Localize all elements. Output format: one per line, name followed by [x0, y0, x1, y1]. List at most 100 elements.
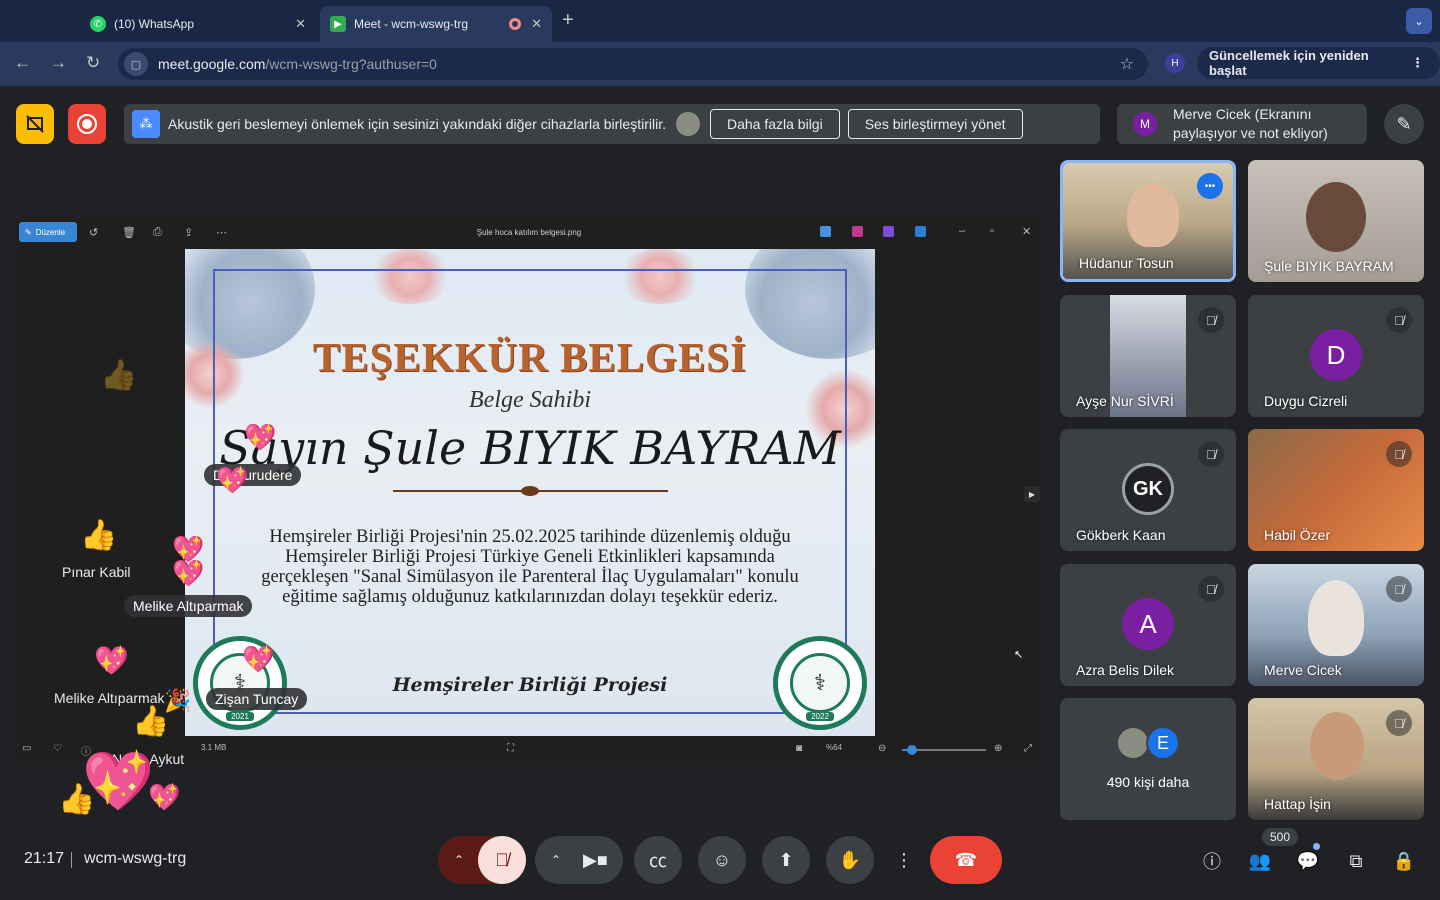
zoom-slider-knob[interactable]: [907, 745, 918, 755]
forward-arrow-icon[interactable]: →: [50, 53, 67, 73]
tab-meet[interactable]: ▶ Meet - wcm-wswg-trg ✕: [320, 6, 552, 42]
presenter-indicator[interactable]: M Merve Cicek (Ekranını paylaşıyor ve no…: [1117, 104, 1367, 144]
close-tab-icon[interactable]: ✕: [295, 16, 306, 32]
chevron-up-icon[interactable]: ⌃: [551, 853, 561, 867]
participant-tile[interactable]: A 🎙̸ Azra Belis Dilek: [1060, 564, 1236, 686]
meet-icon: ▶: [330, 16, 346, 32]
seal-right: ⚕ 2022: [773, 636, 867, 730]
close-icon[interactable]: ✕: [1022, 225, 1031, 238]
participant-name: Hüdanur Tosun: [1079, 255, 1174, 271]
emoji-reactions-button[interactable]: ☺: [698, 836, 746, 884]
mic-off-icon: 🎙̸: [1198, 576, 1224, 602]
chevron-up-icon[interactable]: ⌃: [454, 853, 464, 867]
activities-icon[interactable]: ⧉: [1341, 846, 1371, 876]
chat-icon[interactable]: 💬: [1293, 846, 1323, 876]
thumbs-up-reaction-icon: 👍: [80, 519, 118, 552]
fullscreen-icon[interactable]: ⤢: [1024, 743, 1032, 754]
host-controls-lock-icon[interactable]: 🔒: [1389, 846, 1419, 876]
caduceus-icon: ⚕: [790, 653, 850, 713]
captions-button[interactable]: ㏄: [634, 836, 682, 884]
seal-year: 2022: [806, 712, 834, 721]
screenshot-icon[interactable]: ◙: [796, 743, 802, 754]
avatar: GK: [1122, 463, 1174, 515]
meeting-clock: 21:17: [24, 850, 65, 867]
seal-year: 2021: [226, 712, 254, 721]
zoom-in-icon[interactable]: ⊕: [994, 743, 1002, 754]
participant-face: [1306, 182, 1366, 252]
certificate-subtitle: Belge Sahibi: [469, 387, 591, 413]
site-info-icon[interactable]: ▢: [124, 52, 148, 76]
avatar: [1116, 726, 1150, 760]
participant-tile[interactable]: ••• Hüdanur Tosun: [1060, 160, 1236, 282]
app-icon[interactable]: [883, 226, 894, 237]
participant-name: Habil Özer: [1264, 527, 1331, 543]
more-info-button[interactable]: Daha fazla bilgi: [709, 109, 840, 139]
avatar: D: [1310, 329, 1362, 381]
manage-audio-merge-button[interactable]: Ses birleştirmeyi yönet: [847, 109, 1023, 139]
zoom-level[interactable]: %64: [826, 743, 842, 752]
participant-tile[interactable]: 🎙̸ Ayşe Nur SİVRİ: [1060, 295, 1236, 417]
participant-name-chip: Melike Altıparmak: [124, 595, 253, 617]
next-image-icon[interactable]: ▶: [1024, 486, 1040, 502]
presenter-avatar: M: [1133, 112, 1157, 136]
fit-icon[interactable]: ⛶: [507, 743, 514, 754]
minimize-icon[interactable]: –: [959, 225, 965, 237]
restore-icon[interactable]: ▫: [990, 225, 994, 237]
app-icon[interactable]: [852, 226, 863, 237]
more-participants-tile[interactable]: E 490 kişi daha: [1060, 698, 1236, 820]
reload-icon[interactable]: ↻: [86, 53, 100, 73]
audio-merge-notice: ⁂ Akustik geri beslemeyi önlemek için se…: [124, 104, 1100, 144]
mic-off-icon: 🎙̸: [1386, 441, 1412, 467]
close-tab-icon[interactable]: ✕: [531, 16, 542, 32]
leave-call-button[interactable]: ☎: [930, 836, 1002, 884]
thumbs-up-reaction-icon: 👍: [132, 705, 170, 738]
tab-search-chevron-icon[interactable]: ⌄: [1406, 8, 1432, 34]
back-arrow-icon[interactable]: ←: [14, 53, 31, 73]
present-icon: ⬆: [778, 849, 794, 870]
app-icon[interactable]: [820, 226, 831, 237]
tab-whatsapp[interactable]: ✆ (10) WhatsApp ✕: [80, 6, 316, 42]
certificate-title: TEŞEKKÜR BELGESİ: [312, 334, 748, 380]
video-camera-icon[interactable]: ▶■: [583, 850, 608, 871]
present-screen-button[interactable]: ⬆: [762, 836, 810, 884]
participant-tile[interactable]: 🎙̸ Merve Cicek: [1248, 564, 1424, 686]
profile-avatar[interactable]: H: [1165, 53, 1185, 73]
stop-presenting-button[interactable]: [16, 104, 54, 144]
new-tab-icon[interactable]: +: [562, 9, 574, 32]
filmstrip-icon[interactable]: ▭: [22, 743, 31, 754]
participant-tile[interactable]: 🎙̸ Habil Özer: [1248, 429, 1424, 551]
mic-off-icon: 🎙̸: [1386, 710, 1412, 736]
zoom-out-icon[interactable]: ⊖: [878, 743, 886, 754]
favorite-heart-icon[interactable]: ♡: [53, 743, 62, 754]
update-label: Güncellemek için yeniden başlat: [1209, 48, 1369, 78]
people-icon[interactable]: 👥: [1245, 846, 1275, 876]
meeting-info-icon[interactable]: ⓘ: [1197, 846, 1227, 876]
annotate-pencil-icon[interactable]: ✎: [1384, 104, 1424, 144]
participant-name: Şule BIYIK BAYRAM: [1264, 258, 1394, 274]
participant-name: Azra Belis Dilek: [1076, 662, 1175, 678]
meeting-code[interactable]: wcm-wswg-trg: [84, 850, 186, 868]
avatar: [675, 112, 700, 136]
participant-tile[interactable]: GK 🎙̸ Gökberk Kaan: [1060, 429, 1236, 551]
camera-control: ⌃ ▶■: [535, 836, 623, 884]
mic-off-icon[interactable]: 🎙̸: [478, 836, 526, 884]
bookmark-star-icon[interactable]: ☆: [1120, 54, 1134, 74]
address-bar[interactable]: ▢ meet.google.com/wcm-wswg-trg?authuser=…: [118, 48, 1148, 80]
recording-button[interactable]: [68, 104, 106, 144]
tab-label: (10) WhatsApp: [114, 17, 195, 31]
mic-off-icon: 🎙̸: [1386, 576, 1412, 602]
more-options-button[interactable]: ⋮: [890, 836, 918, 884]
cloud-icon[interactable]: [915, 226, 926, 237]
reaction-sender-name: Pınar Kabil: [62, 564, 131, 580]
thumbs-up-reaction-icon: 👍: [58, 783, 96, 816]
hand-icon: ✋: [838, 849, 862, 870]
more-vert-icon: ⋮: [1411, 55, 1424, 70]
raise-hand-button[interactable]: ✋: [826, 836, 874, 884]
whatsapp-icon: ✆: [90, 16, 106, 32]
zoom-slider[interactable]: [902, 745, 986, 755]
participant-tile[interactable]: Şule BIYIK BAYRAM: [1248, 160, 1424, 282]
participant-tile[interactable]: D 🎙̸ Duygu Cizreli: [1248, 295, 1424, 417]
participant-face: [1127, 183, 1179, 247]
participant-tile[interactable]: 🎙̸ Hattap İşin: [1248, 698, 1424, 820]
update-button[interactable]: Güncellemek için yeniden başlat ⋮: [1197, 47, 1440, 79]
